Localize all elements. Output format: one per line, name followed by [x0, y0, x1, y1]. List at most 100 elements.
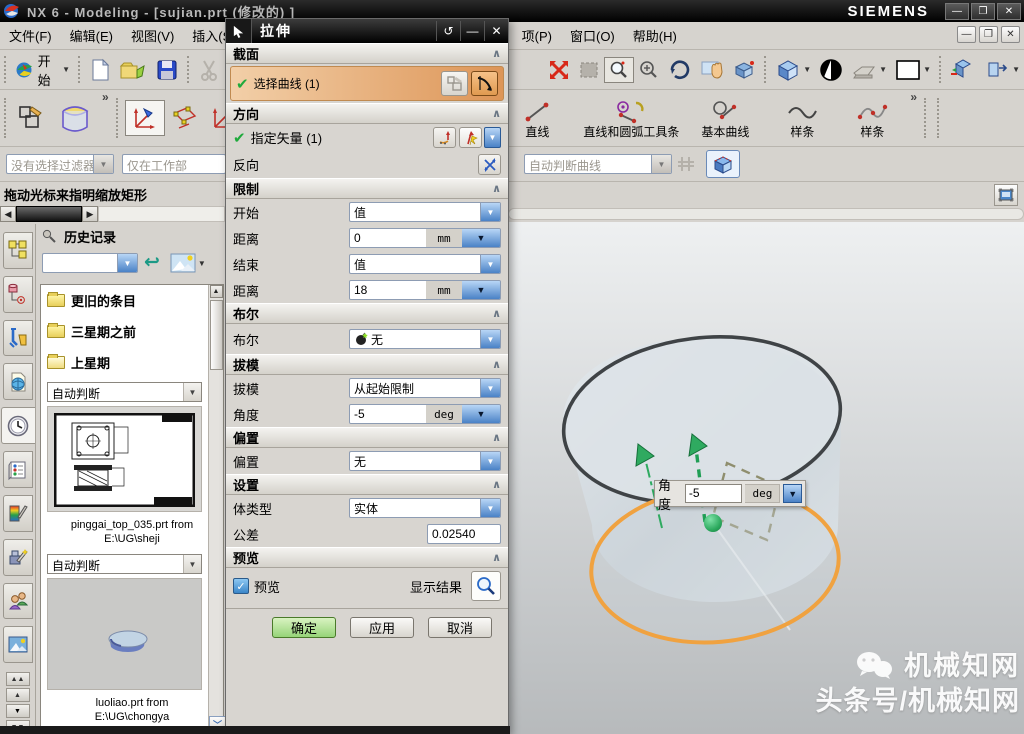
- selection-filter-dropdown[interactable]: ▼: [93, 155, 113, 173]
- render-style-button[interactable]: [815, 56, 847, 84]
- toolbar-grip[interactable]: [187, 56, 190, 83]
- save-button[interactable]: [151, 56, 183, 84]
- origin-handle-sphere[interactable]: [704, 514, 722, 532]
- start-distance-spinner[interactable]: ▼: [462, 229, 500, 247]
- menu-window[interactable]: 窗口(O): [561, 23, 624, 48]
- zoom-region-button[interactable]: [574, 57, 604, 83]
- face-analysis-button[interactable]: ▼: [847, 57, 891, 83]
- preview-checkbox[interactable]: ✓: [233, 578, 249, 594]
- mdi-close-button[interactable]: ✕: [1001, 26, 1020, 43]
- menu-preferences[interactable]: 项(P): [513, 23, 561, 48]
- reuse-library-tab[interactable]: [3, 363, 33, 400]
- rotate-view-button[interactable]: [664, 57, 696, 83]
- snapshot-rule-combo-2[interactable]: 自动判断 ▼: [47, 554, 202, 574]
- start-option-combo[interactable]: 值▼: [349, 202, 501, 222]
- end-distance-value[interactable]: 18: [350, 281, 426, 299]
- studio-spline-button[interactable]: 样条: [837, 97, 907, 139]
- collapse-icon[interactable]: ∧: [492, 47, 501, 60]
- dialog-titlebar[interactable]: 拉伸 ↺ — ✕: [226, 19, 508, 43]
- toolbar-grip[interactable]: [764, 56, 767, 83]
- start-distance-value[interactable]: 0: [350, 229, 426, 247]
- resource-scroll-top-button[interactable]: ▲▲: [6, 672, 30, 686]
- menu-help[interactable]: 帮助(H): [624, 23, 686, 48]
- restore-button[interactable]: ❐: [971, 3, 995, 20]
- system-scenes-tab[interactable]: [3, 626, 33, 663]
- new-file-button[interactable]: [85, 56, 115, 84]
- history-folder-three-weeks[interactable]: 三星期之前: [41, 316, 223, 347]
- basic-curves-button[interactable]: 基本曲线: [683, 97, 767, 139]
- section-group-header[interactable]: 截面∧: [226, 43, 508, 64]
- manufacturing-wizards-tab[interactable]: [3, 539, 33, 576]
- history-folder-older[interactable]: 更旧的条目: [41, 285, 223, 316]
- resource-scroll-down-button[interactable]: ▼: [6, 704, 30, 718]
- assembly-navigator-tab[interactable]: [3, 232, 33, 269]
- show-result-button[interactable]: [471, 571, 501, 601]
- body-type-dropdown[interactable]: ▼: [480, 499, 500, 517]
- collapse-icon[interactable]: ∧: [492, 431, 501, 444]
- toolbar-grip[interactable]: [4, 56, 7, 83]
- graphics-scroll-groove[interactable]: [508, 208, 1024, 220]
- selection-filter-combo[interactable]: 没有选择过滤器 ▼: [6, 154, 114, 174]
- curve-select-button[interactable]: [471, 71, 498, 96]
- history-scroll-thumb[interactable]: [210, 300, 223, 370]
- menu-file[interactable]: 文件(F): [0, 23, 61, 48]
- stop-at-intersection-button[interactable]: [672, 152, 706, 176]
- draft-angle-spinner[interactable]: ▼: [462, 405, 500, 423]
- history-search-dropdown[interactable]: ▼: [117, 254, 137, 272]
- section-sketch-button[interactable]: [441, 71, 468, 96]
- menu-view[interactable]: 视图(V): [122, 23, 183, 48]
- inferred-vector-button[interactable]: [459, 127, 482, 148]
- collapse-icon[interactable]: ∧: [492, 358, 501, 371]
- draft-angle-value[interactable]: -5: [350, 405, 426, 423]
- pan-view-button[interactable]: [696, 57, 728, 83]
- cancel-button[interactable]: 取消: [428, 617, 492, 638]
- cut-button[interactable]: [194, 56, 224, 84]
- draft-angle-field[interactable]: -5deg▼: [349, 404, 501, 424]
- end-option-combo[interactable]: 值▼: [349, 254, 501, 274]
- specify-vector-row[interactable]: ✔ 指定矢量 (1) ▼: [226, 124, 508, 151]
- body-type-combo[interactable]: 实体▼: [349, 498, 501, 518]
- minimize-button[interactable]: —: [945, 3, 969, 20]
- toolbar-grip[interactable]: [78, 56, 81, 83]
- collapse-icon[interactable]: ∧: [492, 182, 501, 195]
- limits-group-header[interactable]: 限制∧: [226, 178, 508, 199]
- toolbar-grip[interactable]: [4, 98, 9, 137]
- shaded-display-button[interactable]: ▼: [771, 56, 815, 84]
- collapse-icon[interactable]: ∧: [492, 107, 501, 120]
- direction-group-header[interactable]: 方向∧: [226, 103, 508, 124]
- collapse-icon[interactable]: ∧: [492, 551, 501, 564]
- extrude-button[interactable]: [51, 97, 99, 139]
- toolbar-grip[interactable]: [116, 98, 121, 137]
- curve-rule-combo[interactable]: 自动判断曲线 ▼: [524, 154, 672, 174]
- close-button[interactable]: ✕: [997, 3, 1021, 20]
- reverse-direction-button[interactable]: [478, 154, 501, 175]
- offset-dropdown[interactable]: ▼: [480, 452, 500, 470]
- draft-group-header[interactable]: 拔模∧: [226, 354, 508, 375]
- pin-icon[interactable]: [42, 229, 56, 243]
- offset-combo[interactable]: 无▼: [349, 451, 501, 471]
- refresh-back-icon[interactable]: ↩: [144, 255, 160, 271]
- preview-image-button[interactable]: ▼: [166, 251, 210, 275]
- snapshot-rule-dropdown[interactable]: ▼: [183, 555, 201, 573]
- solid-body-filter-button[interactable]: [706, 150, 740, 178]
- history-search-combo[interactable]: ▼: [42, 253, 138, 273]
- tolerance-field[interactable]: 0.02540: [427, 524, 501, 544]
- collapse-icon[interactable]: ∧: [492, 478, 501, 491]
- start-menu-button[interactable]: 开始 ▼: [11, 49, 74, 91]
- scroll-right-button[interactable]: ▶: [82, 206, 98, 222]
- draft-option-combo[interactable]: 从起始限制▼: [349, 378, 501, 398]
- constraint-navigator-tab[interactable]: [3, 276, 33, 313]
- reverse-direction-row[interactable]: 反向: [226, 151, 508, 178]
- dialog-close-button[interactable]: ✕: [484, 21, 508, 41]
- collapse-icon[interactable]: ∧: [492, 307, 501, 320]
- mdi-minimize-button[interactable]: —: [957, 26, 976, 43]
- perspective-button[interactable]: [728, 57, 760, 83]
- toolbar-overflow-chevron[interactable]: »: [910, 90, 917, 104]
- offset-group-header[interactable]: 偏置∧: [226, 427, 508, 448]
- sketch-button[interactable]: [13, 101, 51, 135]
- menu-edit[interactable]: 编辑(E): [61, 23, 122, 48]
- edit-section-button[interactable]: ▼: [980, 56, 1024, 84]
- scroll-left-button[interactable]: ◀: [0, 206, 16, 222]
- end-option-dropdown[interactable]: ▼: [480, 255, 500, 273]
- history-thumbnail-drawing[interactable]: [47, 406, 202, 512]
